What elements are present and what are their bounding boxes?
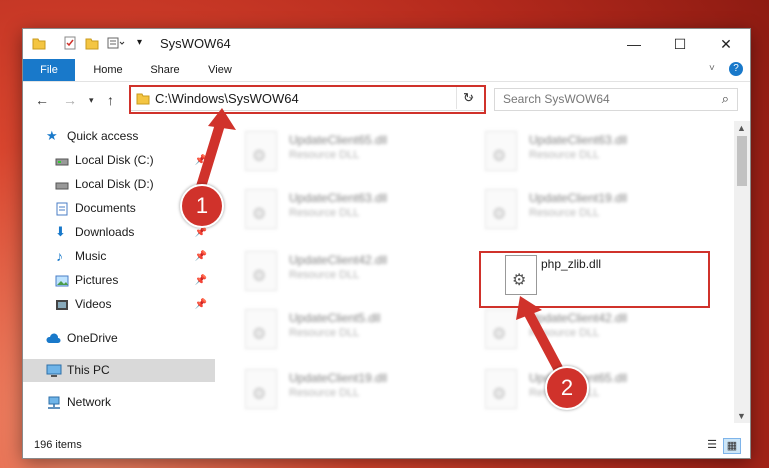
callout-step-1: 1: [180, 184, 224, 228]
callout-step-2: 2: [545, 366, 589, 410]
annotation-arrows: [195, 108, 565, 377]
